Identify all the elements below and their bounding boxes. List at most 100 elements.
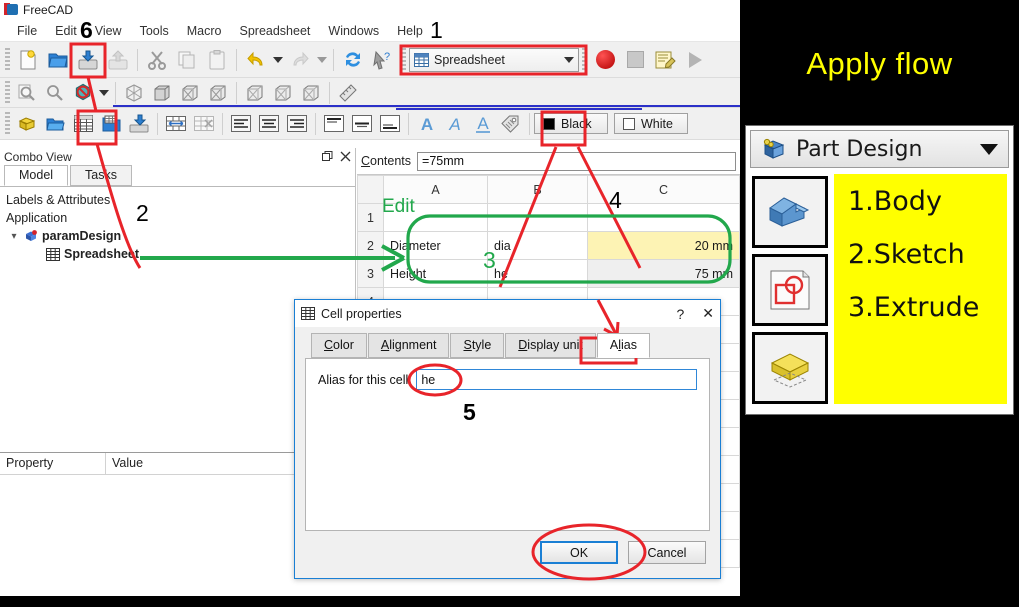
cell-b2[interactable]: dia: [487, 231, 588, 260]
ok-button[interactable]: OK: [540, 541, 618, 564]
style-underline-icon[interactable]: A: [470, 111, 496, 137]
draw-style-icon[interactable]: [70, 80, 96, 106]
contents-input[interactable]: [417, 151, 736, 171]
top-view-icon[interactable]: [177, 80, 203, 106]
column-header-b[interactable]: B: [487, 175, 588, 204]
align-right-icon[interactable]: [284, 111, 310, 137]
menu-tools[interactable]: Tools: [131, 22, 178, 40]
refresh-icon[interactable]: [339, 46, 367, 74]
split-cell-icon[interactable]: [191, 111, 217, 137]
tab-alias[interactable]: Alias: [596, 333, 650, 358]
undo-icon[interactable]: [242, 46, 270, 74]
macro-stop-icon[interactable]: [621, 46, 649, 74]
row-header[interactable]: 2: [357, 231, 384, 260]
save-document-icon[interactable]: [74, 46, 102, 74]
cancel-button[interactable]: Cancel: [628, 541, 706, 564]
align-bottom-icon[interactable]: [377, 111, 403, 137]
undo-dropdown-icon[interactable]: [272, 46, 284, 74]
toolbar-grip[interactable]: [5, 47, 10, 72]
cell-c3[interactable]: 75 mm: [587, 259, 740, 288]
import-spreadsheet-icon[interactable]: [98, 111, 124, 137]
menu-edit[interactable]: Edit: [46, 22, 86, 40]
right-view-icon[interactable]: [205, 80, 231, 106]
cell-b1[interactable]: [487, 203, 588, 232]
select-all-corner[interactable]: [357, 175, 384, 204]
macro-execute-icon[interactable]: [681, 46, 709, 74]
menu-macro[interactable]: Macro: [178, 22, 231, 40]
copy-icon[interactable]: [173, 46, 201, 74]
sketch-icon[interactable]: [752, 254, 828, 326]
cell-b3[interactable]: he: [487, 259, 588, 288]
row-header[interactable]: 3: [357, 259, 384, 288]
column-header-c[interactable]: C: [587, 175, 740, 204]
workbench-dropdown[interactable]: Part Design: [750, 130, 1009, 168]
chevron-down-icon[interactable]: ▾: [8, 231, 20, 242]
measure-icon[interactable]: [335, 80, 361, 106]
new-document-icon[interactable]: [14, 46, 42, 74]
macros-dialog-icon[interactable]: [651, 46, 679, 74]
front-view-icon[interactable]: [149, 80, 175, 106]
axonometric-view-icon[interactable]: [121, 80, 147, 106]
whats-this-icon[interactable]: ?: [369, 46, 397, 74]
alias-icon[interactable]: [498, 111, 524, 137]
macro-record-icon[interactable]: [591, 46, 619, 74]
style-italic-icon[interactable]: A: [442, 111, 468, 137]
tree-item-spreadsheet[interactable]: Spreadsheet: [4, 245, 353, 263]
row-header[interactable]: 1: [357, 203, 384, 232]
cell-c2[interactable]: 20 mm: [587, 231, 740, 260]
menu-help[interactable]: Help: [388, 22, 432, 40]
menu-file[interactable]: File: [8, 22, 46, 40]
alias-input[interactable]: [416, 369, 697, 390]
cut-icon[interactable]: [143, 46, 171, 74]
menu-view[interactable]: View: [86, 22, 131, 40]
workbench-selector[interactable]: Spreadsheet: [409, 47, 579, 72]
tree-item-paramdesign[interactable]: ▾ paramDesign: [4, 227, 353, 245]
redo-dropdown-icon[interactable]: [316, 46, 328, 74]
tab-display-unit[interactable]: Display unit: [505, 333, 596, 358]
align-vcenter-icon[interactable]: [349, 111, 375, 137]
extrude-icon[interactable]: [752, 332, 828, 404]
open-document-icon[interactable]: [44, 46, 72, 74]
toolbar-grip[interactable]: [401, 47, 406, 72]
chevron-down-icon[interactable]: [980, 143, 998, 155]
toolbar-grip[interactable]: [5, 111, 10, 136]
tab-model[interactable]: Model: [4, 165, 69, 186]
align-left-icon[interactable]: [228, 111, 254, 137]
align-top-icon[interactable]: [321, 111, 347, 137]
tab-tasks[interactable]: Tasks: [70, 165, 132, 186]
tab-alignment[interactable]: Alignment: [367, 333, 450, 358]
cell-a1[interactable]: [383, 203, 488, 232]
menu-windows[interactable]: Windows: [319, 22, 388, 40]
create-spreadsheet-icon[interactable]: [70, 111, 96, 137]
merge-cells-icon[interactable]: [163, 111, 189, 137]
chevron-down-icon[interactable]: [564, 56, 574, 63]
cell-a2[interactable]: Diameter: [383, 231, 488, 260]
left-view-icon[interactable]: [298, 80, 324, 106]
dialog-close-button[interactable]: ✕: [702, 305, 714, 322]
dialog-help-button[interactable]: ?: [676, 306, 684, 322]
body-icon[interactable]: [752, 176, 828, 248]
fit-selection-icon[interactable]: [42, 80, 68, 106]
tree-item-application[interactable]: Application: [4, 209, 353, 227]
toolbar-grip[interactable]: [5, 80, 10, 105]
draw-style-dropdown-icon[interactable]: [98, 79, 110, 107]
column-header-a[interactable]: A: [383, 175, 488, 204]
bottom-view-icon[interactable]: [270, 80, 296, 106]
menu-spreadsheet[interactable]: Spreadsheet: [231, 22, 320, 40]
export-spreadsheet-icon[interactable]: [126, 111, 152, 137]
foreground-color-button[interactable]: Black: [534, 113, 608, 134]
rear-view-icon[interactable]: [242, 80, 268, 106]
background-color-button[interactable]: White: [614, 113, 688, 134]
redo-icon[interactable]: [286, 46, 314, 74]
cell-a3[interactable]: Height: [383, 259, 488, 288]
tab-color[interactable]: Color: [311, 333, 367, 358]
tab-style[interactable]: Style: [450, 333, 505, 358]
style-bold-icon[interactable]: A: [414, 111, 440, 137]
align-center-icon[interactable]: [256, 111, 282, 137]
cell-c1[interactable]: [587, 203, 740, 232]
fit-all-icon[interactable]: [14, 80, 40, 106]
part-box-icon[interactable]: [14, 111, 40, 137]
paste-icon[interactable]: [203, 46, 231, 74]
toolbar-grip[interactable]: [582, 47, 587, 72]
save-as-icon[interactable]: [104, 46, 132, 74]
